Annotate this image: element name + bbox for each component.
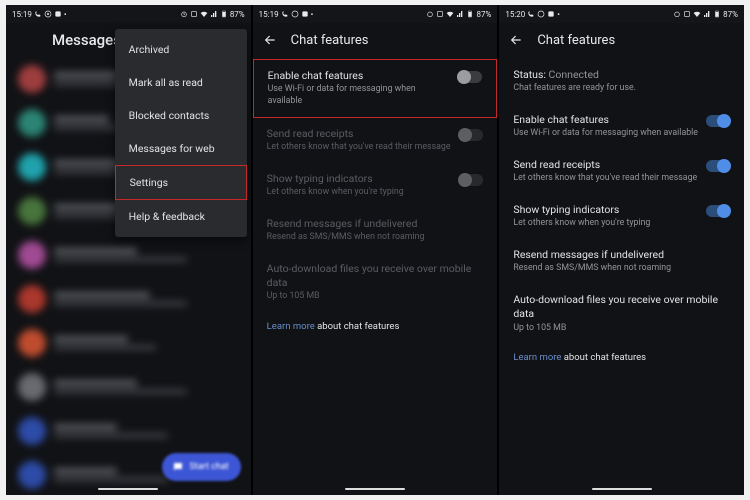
row-auto-download[interactable]: Auto-download files you receive over mob… [499,284,744,343]
phone-messages-menu: 15:19 • 87% Messages Start chat [6,5,251,495]
typing-title: Show typing indicators [267,172,452,186]
settings-list: Enable chat features Use Wi-Fi or data f… [253,57,498,483]
learn-more-link[interactable]: Learn more [513,352,561,363]
enable-title: Enable chat features [513,113,698,127]
row-enable-chat-features[interactable]: Enable chat features Use Wi-Fi or data f… [253,59,498,118]
phone-chat-features-on: 15:20 • 87% Chat features [498,5,744,495]
start-chat-fab[interactable]: Start chat [162,453,241,481]
receipts-sub: Let others know that you've read their m… [267,142,452,154]
settings-list: Status: Connected Chat features are read… [499,57,744,483]
signal-icon [703,10,711,18]
alarm-icon [426,10,434,18]
status-time: 15:19 [259,10,279,19]
status-bar: 15:19 • 87% [253,5,498,23]
menu-mark-all-read[interactable]: Mark all as read [115,66,247,99]
toggle-typing[interactable] [706,205,730,217]
menu-settings[interactable]: Settings [115,165,247,200]
messages-title: Messages [52,31,121,49]
row-enable-chat-features[interactable]: Enable chat features Use Wi-Fi or data f… [499,104,744,149]
toggle-receipts[interactable] [706,160,730,172]
learn-more-rest: about chat features [315,321,400,332]
page-title: Chat features [537,33,734,48]
phone-chat-features-off: 15:19 • 87% Chat features Enab [252,5,498,495]
row-learn-more[interactable]: Learn more about chat features [253,312,498,343]
chat-icon [172,461,184,473]
more-indicator: • [311,10,314,19]
battery-icon [713,10,721,18]
menu-help-feedback[interactable]: Help & feedback [115,200,247,233]
alarm-icon [673,10,681,18]
status-line: Status: Connected [513,68,730,82]
learn-more-link[interactable]: Learn more [267,321,315,332]
overflow-menu: Archived Mark all as read Blocked contac… [115,29,247,237]
more-indicator: • [557,10,560,19]
autodl-title: Auto-download files you receive over mob… [513,293,730,321]
phone-icon [527,10,535,18]
enable-sub: Use Wi-Fi or data for messaging when ava… [513,128,698,140]
row-status: Status: Connected Chat features are read… [499,59,744,104]
autodl-sub: Up to 105 MB [267,291,484,303]
wifi-icon [446,10,454,18]
back-arrow-icon[interactable] [509,33,523,47]
whatsapp-icon [291,10,299,18]
receipts-title: Send read receipts [513,158,698,172]
typing-sub: Let others know when you're typing [267,187,452,199]
resend-sub: Resend as SMS/MMS when not roaming [267,232,484,244]
status-bar: 15:20 • 87% [499,5,744,23]
battery-pct: 87% [723,10,738,19]
three-phone-collage: 15:19 • 87% Messages Start chat [6,5,744,495]
learn-more-rest: about chat features [561,352,646,363]
resend-title: Resend messages if undelivered [267,217,484,231]
fab-label: Start chat [190,462,229,472]
autodl-title: Auto-download files you receive over mob… [267,262,484,290]
whatsapp-icon [537,10,545,18]
autodl-sub: Up to 105 MB [513,323,730,335]
status-sub: Chat features are ready for use. [513,83,730,95]
menu-messages-for-web[interactable]: Messages for web [115,132,247,165]
app-icon [301,10,309,18]
row-read-receipts: Send read receipts Let others know that … [253,118,498,163]
battery-icon [466,10,474,18]
battery-pct: 87% [476,10,491,19]
signal-icon [456,10,464,18]
wifi-icon [693,10,701,18]
receipts-sub: Let others know that you've read their m… [513,173,698,185]
typing-title: Show typing indicators [513,203,698,217]
receipts-title: Send read receipts [267,127,452,141]
resend-title: Resend messages if undelivered [513,248,730,262]
row-read-receipts[interactable]: Send read receipts Let others know that … [499,149,744,194]
toggle-enable[interactable] [706,115,730,127]
status-time: 15:20 [505,10,525,19]
page-title: Chat features [291,33,488,48]
chat-features-appbar: Chat features [253,23,498,57]
home-indicator[interactable] [499,483,744,495]
row-typing-indicators[interactable]: Show typing indicators Let others know w… [499,194,744,239]
typing-sub: Let others know when you're typing [513,218,698,230]
row-resend[interactable]: Resend messages if undelivered Resend as… [499,239,744,284]
resend-sub: Resend as SMS/MMS when not roaming [513,263,730,275]
phone-icon [281,10,289,18]
menu-blocked-contacts[interactable]: Blocked contacts [115,99,247,132]
home-indicator[interactable] [253,483,498,495]
chat-features-appbar: Chat features [499,23,744,57]
status-label: Status: [513,68,546,81]
status-value: Connected [549,68,599,81]
menu-archived[interactable]: Archived [115,33,247,66]
nfc-icon [436,10,444,18]
home-indicator[interactable] [6,483,251,495]
nfc-icon [683,10,691,18]
row-auto-download: Auto-download files you receive over mob… [253,253,498,312]
toggle-enable[interactable] [458,71,482,83]
toggle-receipts [459,129,483,141]
back-arrow-icon[interactable] [263,33,277,47]
row-typing-indicators: Show typing indicators Let others know w… [253,163,498,208]
row-resend: Resend messages if undelivered Resend as… [253,208,498,253]
toggle-typing [459,174,483,186]
app-icon [547,10,555,18]
enable-sub: Use Wi-Fi or data for messaging when ava… [268,84,451,108]
enable-title: Enable chat features [268,69,451,83]
row-learn-more[interactable]: Learn more about chat features [499,343,744,374]
